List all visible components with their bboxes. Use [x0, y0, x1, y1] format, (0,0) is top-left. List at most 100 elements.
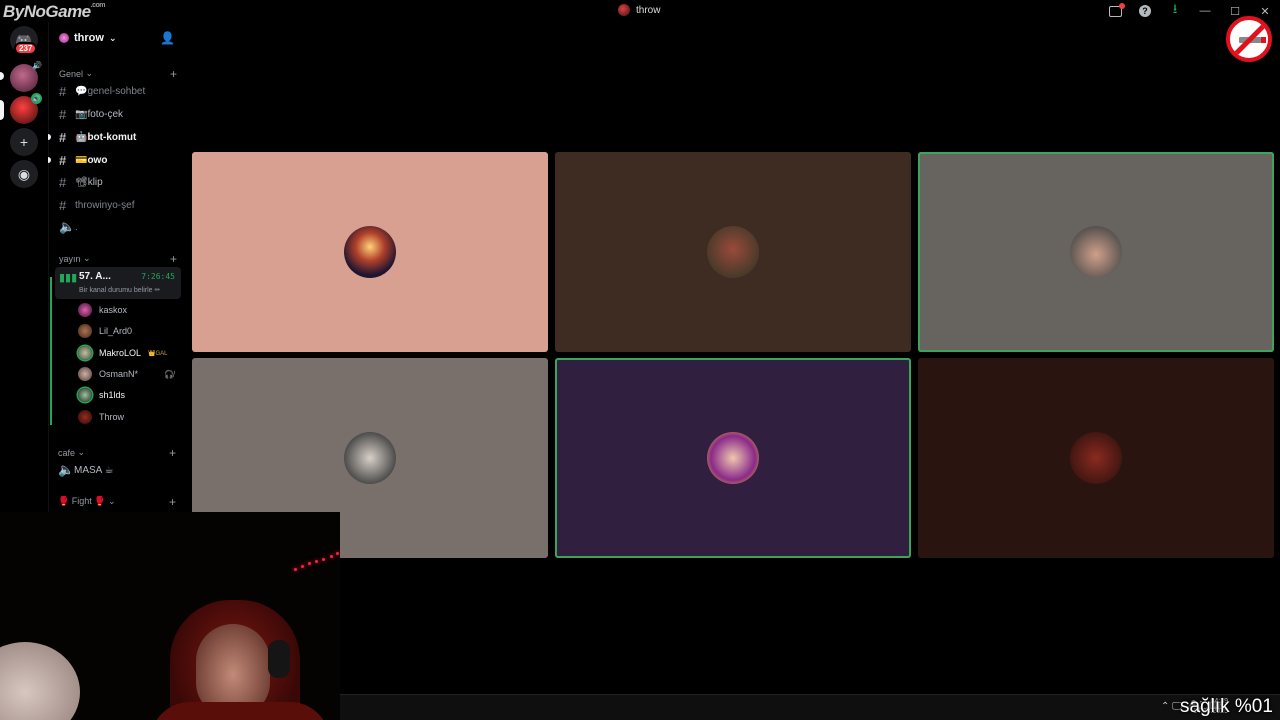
create-channel-icon[interactable]: + [169, 446, 176, 460]
health-overlay-text: sağlık %01 [1180, 696, 1273, 717]
voice-channel-status[interactable]: Bir kanal durumu belirle ✏ [79, 286, 160, 294]
chevron-down-icon: ⌄ [77, 447, 86, 457]
help-button[interactable]: ? [1130, 2, 1160, 20]
voice-user-name: kaskox [99, 305, 128, 315]
voice-user-name: Throw [99, 412, 125, 422]
participant-avatar [344, 432, 396, 484]
video-tile[interactable] [918, 358, 1274, 558]
window-title: throw [618, 4, 660, 16]
channel-bot-komut[interactable]: # 🤖bot-komut [48, 127, 181, 147]
channel-sidebar: throw ⌄ 👤 Genel ⌄ + # 💬genel-sohbet # 📷fot… [48, 22, 186, 512]
participant-avatar [1070, 432, 1122, 484]
channel-owo[interactable]: # 💳owo [48, 150, 181, 170]
voice-activity-icon: ▮▮▮ [59, 272, 78, 284]
mention-badge: 237 [14, 42, 38, 55]
participant-avatar [1070, 226, 1122, 278]
inbox-button[interactable] [1100, 2, 1130, 20]
voice-user-osmann[interactable]: OsmanN* 🎧̸ [78, 365, 178, 383]
voice-user-kaskox[interactable]: kaskox [78, 301, 178, 319]
channel-genel-sohbet[interactable]: # 💬genel-sohbet [59, 81, 181, 101]
voice-channel-name: 57. A... [79, 271, 111, 282]
channel-throwinyo-sef[interactable]: # throwinyo-şef [59, 195, 181, 215]
channel-klip[interactable]: # 📽klip [59, 172, 181, 192]
category-label: yayın [59, 253, 81, 264]
category-fight[interactable]: 🥊 Fight 🥊 ⌄ + [58, 495, 176, 509]
maximize-icon: ☐ [1230, 5, 1240, 18]
voice-channel-masa[interactable]: 🔈 MASA ☕ [58, 460, 180, 480]
voice-user-lil-ard0[interactable]: Lil_Ard0 [78, 322, 178, 340]
hash-icon: # [59, 106, 67, 122]
download-button[interactable]: ⭳ [1160, 1, 1190, 20]
server-avatar-icon [618, 4, 630, 16]
active-voice-channel[interactable]: ▮▮▮ 57. A... 7:26:45 Bir kanal durumu be… [55, 267, 181, 299]
create-channel-icon[interactable]: + [170, 67, 177, 81]
hash-icon: # [59, 174, 67, 190]
chevron-down-icon: ⌄ [83, 253, 91, 263]
speaker-icon: 🔊 [32, 61, 42, 70]
voice-user-name: sh1lds [99, 390, 126, 400]
chevron-down-icon: ⌄ [107, 496, 116, 506]
voice-user-throw[interactable]: Throw [78, 408, 178, 426]
participant-avatar [707, 226, 759, 278]
channel-label: 🤖bot-komut [75, 131, 137, 143]
voice-user-name: Lil_Ard0 [99, 326, 133, 336]
hash-icon: # [59, 197, 67, 213]
voice-user-name: OsmanN* [99, 369, 139, 379]
category-label: 🥊 Fight 🥊 [58, 496, 106, 506]
server-header[interactable]: throw ⌄ 👤 [49, 28, 187, 48]
avatar [78, 410, 92, 424]
watermark-suffix: .com [90, 2, 106, 9]
hash-icon: # [59, 129, 67, 145]
channel-foto-cek[interactable]: # 📷foto-çek [59, 104, 181, 124]
channel-label: 💳owo [75, 154, 108, 166]
chevron-down-icon: ⌄ [85, 68, 94, 78]
minimize-button[interactable]: — [1190, 2, 1220, 20]
avatar [78, 388, 92, 402]
help-icon: ? [1139, 5, 1151, 17]
server-icon-a[interactable]: 🔊 [10, 61, 42, 92]
stream-watermark: ByNoGame.com [3, 2, 105, 22]
voice-user-makrolol[interactable]: MakroLOL 👑GAL [78, 344, 178, 362]
unread-indicator [48, 157, 51, 163]
avatar [78, 346, 92, 360]
channel-label: . [75, 221, 78, 233]
category-genel[interactable]: Genel ⌄ + [59, 67, 177, 81]
speaker-icon: 🔈 [58, 462, 75, 477]
add-server-button[interactable]: + [10, 128, 38, 156]
video-tile[interactable] [192, 152, 548, 352]
create-channel-icon[interactable]: + [170, 252, 177, 266]
download-icon: ⭳ [1172, 1, 1178, 16]
channel-dot[interactable]: 🔈. [59, 217, 181, 237]
explore-button[interactable]: ◉ [10, 160, 38, 188]
category-label: Genel [59, 68, 84, 79]
inbox-icon [1108, 2, 1125, 17]
server-pill [0, 72, 4, 80]
voice-user-name: MakroLOL [99, 348, 142, 358]
participant-avatar [707, 432, 759, 484]
create-channel-icon[interactable]: + [169, 495, 176, 509]
channel-label: MASA ☕ [74, 464, 114, 476]
led-lights [292, 550, 340, 574]
category-yayin[interactable]: yayın ⌄ + [59, 252, 177, 266]
headset [268, 640, 290, 678]
title-bar: throw ? ⭳ — ☐ ✕ [0, 0, 1280, 22]
invite-people-icon[interactable]: 👤 [160, 31, 175, 45]
server-icon [59, 33, 69, 43]
unread-indicator [48, 134, 51, 140]
server-icon-throw[interactable]: 🔊 [10, 93, 42, 124]
video-tile[interactable] [555, 358, 911, 558]
video-tile[interactable] [918, 152, 1274, 352]
avatar [78, 303, 92, 317]
server-pill-active [0, 100, 4, 120]
category-cafe[interactable]: cafe ⌄ + [58, 446, 176, 460]
minimize-icon: — [1199, 5, 1211, 17]
chevron-down-icon: ⌄ [108, 32, 117, 43]
voice-timer: 7:26:45 [141, 272, 175, 281]
voice-user-sh1lds[interactable]: sh1lds [78, 386, 178, 404]
video-tile[interactable] [555, 152, 911, 352]
watermark-text: ByNoGame [3, 2, 91, 21]
channel-label: 💬genel-sohbet [75, 85, 146, 97]
compass-icon: ◉ [17, 165, 31, 182]
home-button[interactable]: 🎮 237 [10, 26, 38, 55]
avatar [78, 324, 92, 338]
